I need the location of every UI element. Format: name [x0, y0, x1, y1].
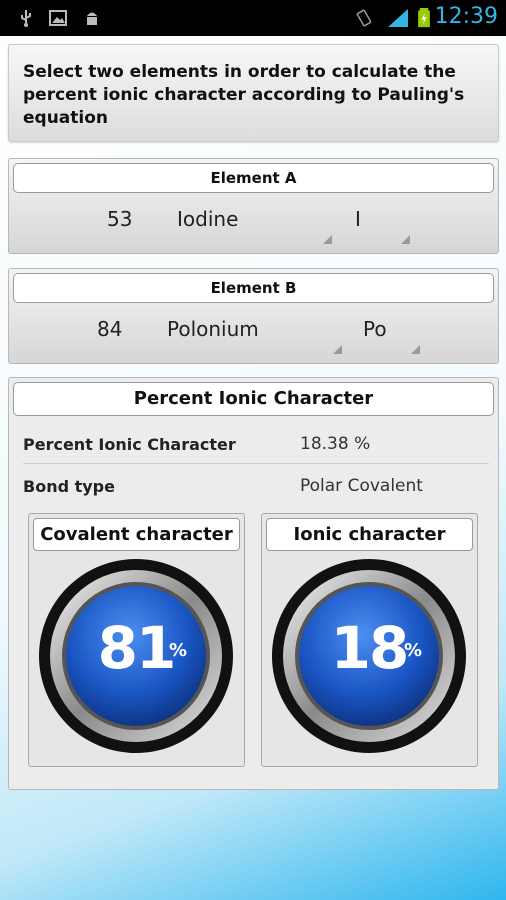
element-a-atomic-number-spinner[interactable]: 53: [107, 207, 132, 231]
ionic-value: 18: [330, 614, 410, 682]
element-b-title: Element B: [13, 273, 494, 303]
element-b-atomic-number-spinner[interactable]: 84: [97, 317, 122, 341]
bond-type-value: Polar Covalent: [300, 476, 423, 496]
element-a-name-spinner[interactable]: Iodine: [177, 207, 238, 231]
result-card: Percent Ionic Character Percent Ionic Ch…: [8, 377, 499, 790]
element-a-symbol-spinner[interactable]: I: [355, 207, 361, 231]
result-title: Percent Ionic Character: [13, 382, 494, 416]
instruction-text: Select two elements in order to calculat…: [23, 62, 465, 128]
android-debug-icon: [87, 12, 97, 25]
spinner-arrow-icon: [333, 345, 342, 354]
element-a-title: Element A: [13, 163, 494, 193]
vibrate-icon: [356, 9, 372, 27]
element-b-card: Element B 84 Polonium Po: [8, 268, 499, 364]
covalent-character-label: Covalent character: [33, 518, 240, 551]
instruction-card: Select two elements in order to calculat…: [8, 44, 499, 142]
status-time: 12:39: [434, 4, 498, 29]
usb-icon: [21, 10, 31, 27]
bond-type-label: Bond type: [23, 477, 115, 496]
divider: [23, 463, 489, 464]
pic-label: Percent Ionic Character: [23, 435, 236, 454]
spinner-arrow-icon: [323, 235, 332, 244]
covalent-gauge-panel: Covalent character 81 %: [28, 513, 245, 767]
element-b-symbol-spinner[interactable]: Po: [363, 317, 387, 341]
status-bar: 12:39: [0, 0, 506, 36]
spinner-arrow-icon: [401, 235, 410, 244]
signal-icon: [388, 9, 408, 27]
pic-value: 18.38 %: [300, 434, 371, 454]
image-icon: [49, 10, 67, 26]
element-a-card: Element A 53 Iodine I: [8, 158, 499, 254]
covalent-value: 81: [97, 614, 177, 682]
battery-charging-icon: [418, 8, 430, 28]
ionic-gauge-panel: Ionic character 18 %: [261, 513, 478, 767]
covalent-percent-sign: %: [169, 640, 188, 661]
ionic-percent-sign: %: [404, 640, 423, 661]
ionic-character-label: Ionic character: [266, 518, 473, 551]
spinner-arrow-icon: [411, 345, 420, 354]
element-b-name-spinner[interactable]: Polonium: [167, 317, 259, 341]
